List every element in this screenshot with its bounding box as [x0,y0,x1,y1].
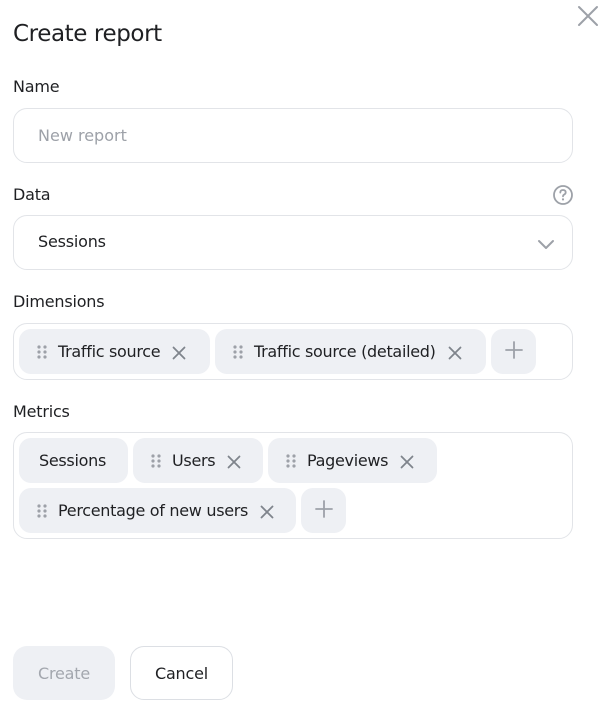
metric-chip[interactable]: Sessions [19,438,128,483]
dimensions-box: Traffic source Traffic source (detailed) [13,323,573,380]
name-field [13,108,573,163]
remove-x-icon[interactable] [172,345,186,359]
dimension-chip[interactable]: Traffic source (detailed) [215,329,486,374]
metrics-box: Sessions Users Pageviews Percentage of n… [13,432,573,539]
plus-icon [504,340,524,364]
plus-icon [314,499,334,523]
metrics-label: Metrics [13,402,70,421]
drag-handle-icon[interactable] [232,344,244,360]
cancel-button[interactable]: Cancel [130,646,233,700]
drag-handle-icon[interactable] [285,453,297,469]
metric-chip-label: Sessions [39,451,106,470]
metric-chip-label: Percentage of new users [58,501,249,520]
dimension-chip-label: Traffic source (detailed) [254,342,436,361]
remove-x-icon[interactable] [227,454,241,468]
metric-chip[interactable]: Users [133,438,263,483]
dialog-title: Create report [13,21,162,47]
metric-chip-label: Pageviews [307,451,389,470]
metric-chip-label: Users [172,451,216,470]
add-metric-button[interactable] [301,488,346,533]
chevron-down-icon [536,234,556,254]
metric-chip[interactable]: Percentage of new users [19,488,296,533]
drag-handle-icon[interactable] [36,344,48,360]
create-button[interactable]: Create [13,646,115,700]
close-icon[interactable] [576,4,600,28]
remove-x-icon[interactable] [448,345,462,359]
data-select-value: Sessions [38,232,106,251]
remove-x-icon[interactable] [260,504,274,518]
dimension-chip-label: Traffic source [58,342,161,361]
drag-handle-icon[interactable] [150,453,162,469]
remove-x-icon[interactable] [400,454,414,468]
question-circle-icon[interactable] [552,184,574,206]
name-input[interactable] [38,109,538,162]
add-dimension-button[interactable] [491,329,536,374]
metric-chip[interactable]: Pageviews [268,438,437,483]
name-label: Name [13,77,60,96]
dimensions-label: Dimensions [13,292,105,311]
dimension-chip[interactable]: Traffic source [19,329,210,374]
data-select[interactable]: Sessions [13,215,573,270]
drag-handle-icon[interactable] [36,503,48,519]
data-label: Data [13,185,51,204]
